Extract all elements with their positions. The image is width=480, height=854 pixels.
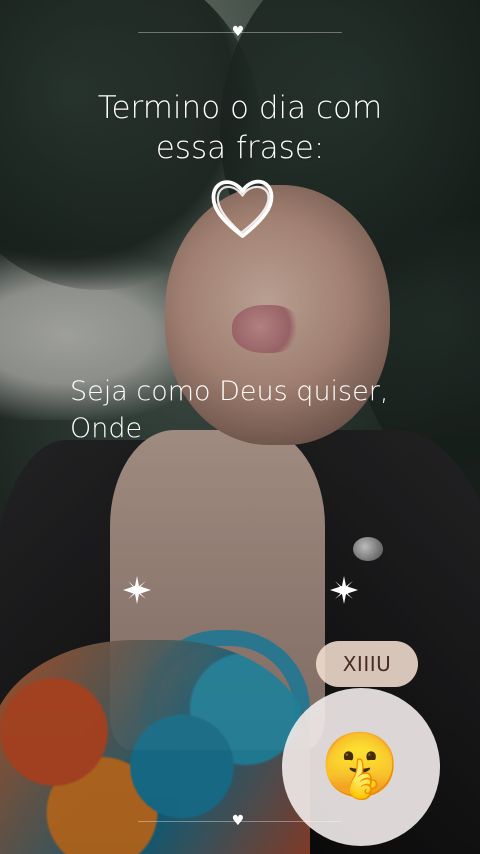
heart-icon bbox=[211, 179, 274, 238]
heart-icon: ♥ bbox=[231, 813, 245, 829]
story-quote: Seja como Deus quiser, Onde bbox=[70, 376, 389, 444]
sparkle-icon bbox=[330, 576, 358, 604]
heart-icon: ♥ bbox=[231, 24, 245, 40]
reaction-label[interactable]: XIIIU bbox=[316, 641, 418, 687]
story-title: Termino o dia com essa frase: bbox=[97, 90, 383, 166]
sparkle-icon bbox=[123, 576, 151, 604]
story-screen: ♥ Termino o dia com essa frase: Seja com… bbox=[0, 0, 480, 854]
shushing-face-icon: 🤫 bbox=[320, 729, 400, 803]
